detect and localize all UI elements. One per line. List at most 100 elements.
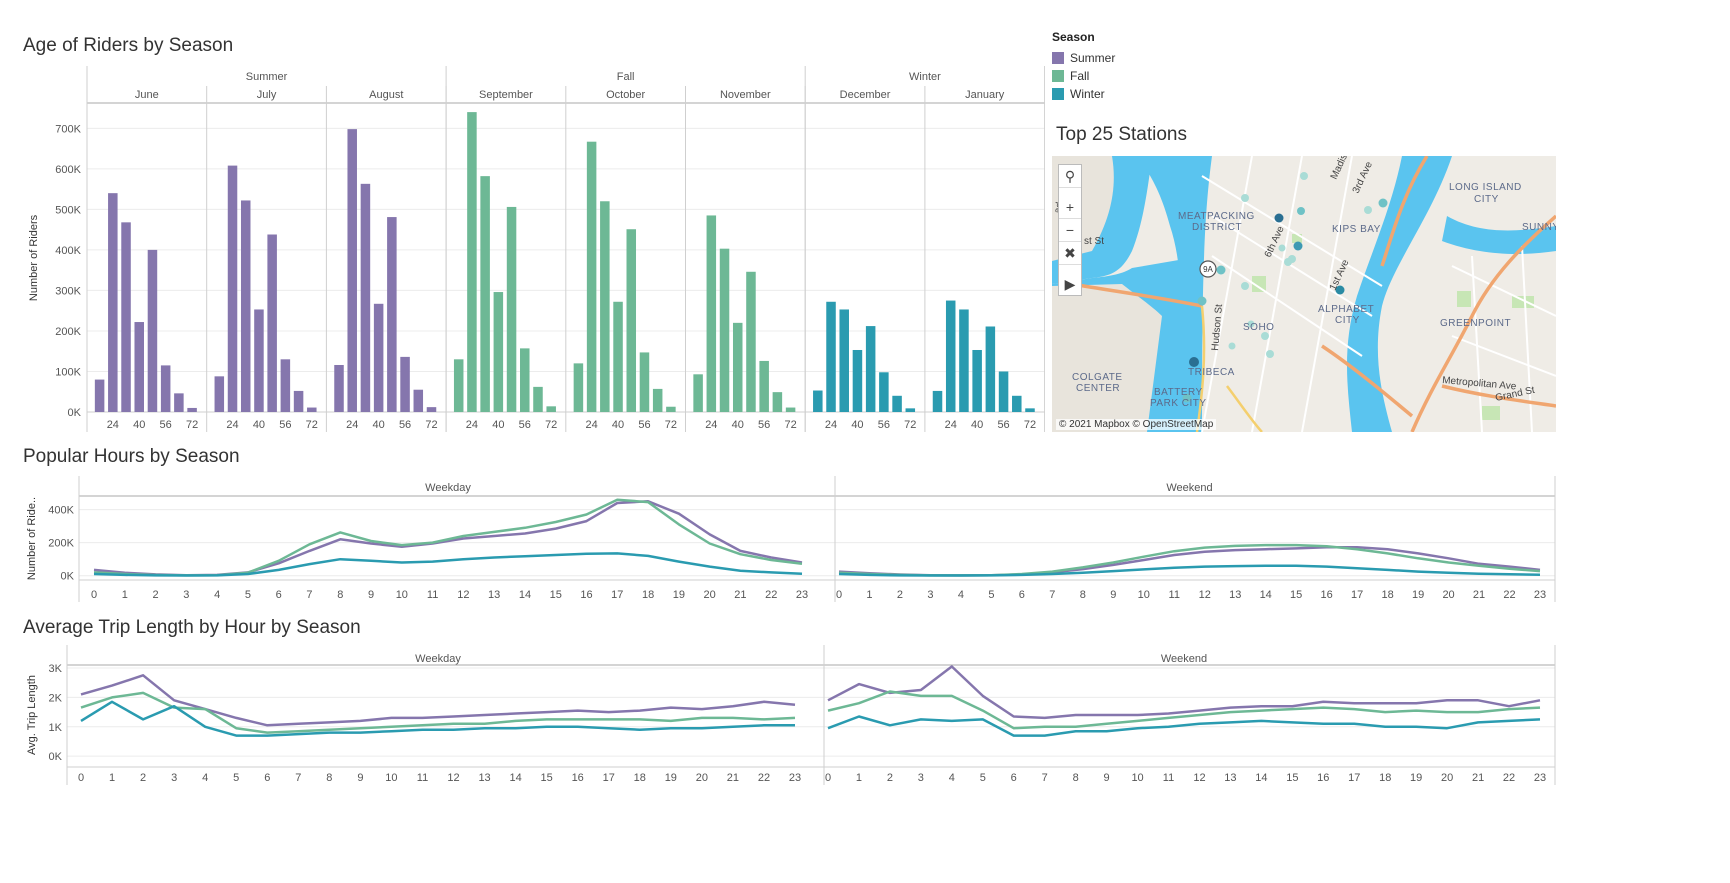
x-tick-label: 3: [171, 772, 177, 784]
zoom-in-icon[interactable]: +: [1059, 196, 1081, 219]
x-tick-label: 7: [295, 772, 301, 784]
x-tick-label: 72: [665, 419, 677, 431]
x-tick-label: 1: [122, 589, 128, 601]
x-tick-label: 6: [1011, 772, 1017, 784]
month-header: August: [369, 89, 403, 101]
x-tick-label: 72: [784, 419, 796, 431]
x-tick-label: 15: [541, 772, 553, 784]
x-tick-label: 14: [519, 589, 531, 601]
x-tick-label: 24: [825, 419, 837, 431]
bar-june-64: [174, 393, 184, 412]
x-tick-label: 13: [1224, 772, 1236, 784]
x-tick-label: 40: [971, 419, 983, 431]
y-tick-label: 1K: [49, 722, 63, 734]
bar-october-32: [600, 201, 610, 412]
map-canvas[interactable]: 9A MEATPACKING DISTRICT KIPS BAY LONG IS…: [1052, 156, 1556, 432]
bar-june-24: [108, 193, 118, 412]
month-header: January: [965, 89, 1005, 101]
x-tick-label: 20: [704, 589, 716, 601]
x-tick-label: 0: [91, 589, 97, 601]
map-place-label: SUNNYS: [1522, 222, 1556, 233]
x-tick-label: 0: [78, 772, 84, 784]
x-tick-label: 19: [673, 589, 685, 601]
bar-september-16: [453, 359, 464, 412]
legend-item-fall[interactable]: Fall: [1052, 67, 1115, 85]
legend-item-winter[interactable]: Winter: [1052, 85, 1115, 103]
bar-june-56: [160, 365, 171, 412]
x-tick-label: 10: [385, 772, 397, 784]
panel-header: Weekend: [1166, 482, 1212, 494]
bar-july-72: [307, 407, 317, 412]
bar-october-16: [573, 363, 584, 412]
x-tick-label: 9: [368, 589, 374, 601]
x-tick-label: 21: [1473, 589, 1485, 601]
trip-length-chart[interactable]: 0K1K2K3KAvg. Trip LengthWeekday0 1 2 3 4 5 6 7 8…: [0, 645, 1556, 883]
x-tick-label: 24: [705, 419, 717, 431]
bar-november-64: [772, 392, 783, 412]
x-tick-label: 11: [1169, 589, 1180, 601]
map-place-label: MEATPACKING: [1178, 211, 1255, 222]
season-legend[interactable]: Season Summer Fall Winter: [1052, 30, 1115, 103]
bar-july-40: [254, 309, 264, 412]
bar-july-48: [267, 234, 277, 412]
bar-december-32: [839, 309, 849, 412]
x-tick-label: 40: [133, 419, 145, 431]
play-icon[interactable]: ▶: [1059, 273, 1081, 295]
x-tick-label: 40: [612, 419, 624, 431]
bar-december-56: [879, 372, 889, 412]
bar-january-56: [998, 371, 1009, 412]
x-tick-label: 11: [427, 589, 438, 601]
map-title: Top 25 Stations: [1056, 124, 1187, 145]
x-tick-label: 40: [851, 419, 863, 431]
bar-july-24: [227, 165, 238, 412]
x-tick-label: 4: [958, 589, 964, 601]
x-tick-label: 8: [337, 589, 343, 601]
y-tick-label: 400K: [48, 505, 74, 517]
zoom-out-icon[interactable]: −: [1059, 219, 1081, 242]
legend-item-summer[interactable]: Summer: [1052, 49, 1115, 67]
x-tick-label: 8: [1073, 772, 1079, 784]
x-tick-label: 56: [878, 419, 890, 431]
x-tick-label: 2: [887, 772, 893, 784]
x-tick-label: 17: [1351, 589, 1363, 601]
line-winter-weekend: [827, 715, 1541, 737]
bar-october-72: [666, 406, 676, 412]
x-tick-label: 8: [1080, 589, 1086, 601]
map-place-label: ALPHABET: [1318, 304, 1374, 315]
bar-july-56: [280, 359, 291, 412]
bar-august-64: [413, 389, 424, 412]
popular-hours-chart[interactable]: 0K200K400KNumber of Ride..Weekday0 1 2 3 4 5 6…: [0, 476, 1556, 606]
x-tick-label: 22: [758, 772, 770, 784]
map-toolbar[interactable]: ⚲ + − ✖ ▶: [1058, 164, 1082, 296]
x-tick-label: 7: [306, 589, 312, 601]
x-tick-label: 17: [611, 589, 623, 601]
map-place-label: GREENPOINT: [1440, 318, 1511, 329]
x-tick-label: 23: [1534, 772, 1546, 784]
line-winter-weekday: [93, 552, 803, 577]
age-of-riders-chart[interactable]: 0K 100K 200K 300K 400K 500K 600K 700K Number of …: [0, 60, 1045, 435]
hours-chart-title: Popular Hours by Season: [23, 446, 240, 467]
x-tick-label: 13: [488, 589, 500, 601]
map-attribution[interactable]: © 2021 Mapbox © OpenStreetMap: [1056, 419, 1217, 430]
x-tick-label: 18: [634, 772, 646, 784]
search-icon[interactable]: ⚲: [1059, 165, 1081, 188]
bar-june-16: [94, 379, 105, 412]
x-tick-label: 56: [279, 419, 291, 431]
x-tick-label: 21: [727, 772, 739, 784]
x-tick-label: 72: [186, 419, 198, 431]
y-tick-label: 0K: [68, 407, 82, 419]
x-tick-label: 24: [226, 419, 238, 431]
bar-december-48: [865, 326, 876, 412]
x-tick-label: 6: [276, 589, 282, 601]
map-place-label: PARK CITY: [1150, 398, 1207, 409]
x-tick-label: 19: [665, 772, 677, 784]
x-tick-label: 21: [1472, 772, 1484, 784]
pin-off-icon[interactable]: ✖: [1059, 242, 1081, 265]
x-tick-label: 12: [447, 772, 459, 784]
map-place-label: TRIBECA: [1188, 367, 1235, 378]
stations-map[interactable]: 9A MEATPACKING DISTRICT KIPS BAY LONG IS…: [1052, 156, 1556, 432]
bar-january-48: [985, 326, 996, 412]
x-tick-label: 72: [1024, 419, 1036, 431]
trip-chart-title: Average Trip Length by Hour by Season: [23, 617, 361, 638]
season-header: Winter: [909, 71, 941, 83]
